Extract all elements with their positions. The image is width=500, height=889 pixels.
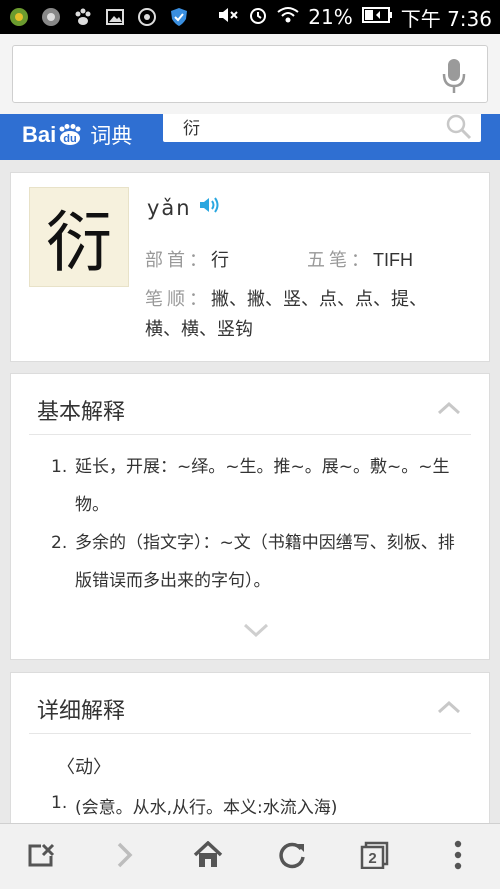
strokes-line2: 横、横、竖钩 xyxy=(145,319,253,340)
forward-button[interactable] xyxy=(95,827,155,887)
detailed-definition-title: 详细解释 xyxy=(37,699,126,724)
strokes-row-2: 横、横、竖钩 xyxy=(145,315,253,341)
pinyin: yǎn xyxy=(147,195,192,220)
mute-icon xyxy=(217,5,239,30)
baidu-dictionary-header: Bai du 词典 衍 xyxy=(0,114,500,160)
list-item: 1. (会意。从水,从行。本义:水流入海) xyxy=(51,793,338,818)
refresh-button[interactable] xyxy=(262,827,322,887)
status-bar: 21% 下午 7:36 xyxy=(0,0,500,34)
strokes-line1: 撇、撇、竖、点、点、提、 xyxy=(211,289,427,310)
camera-icon xyxy=(136,6,158,28)
list-item: 2. 多余的（指文字）：~文（书籍中因缮写、刻板、排版错误而多出来的字句）。 xyxy=(51,533,455,591)
character-entry-card: 衍 yǎn 部首：行 五笔：TIFH 笔顺：撇、撇、竖、点、点、提、 横、横、竖… xyxy=(10,172,490,362)
search-query-text: 衍 xyxy=(183,119,200,139)
divider xyxy=(29,434,471,435)
exit-button[interactable] xyxy=(12,827,72,887)
part-of-speech: 〈动〉 xyxy=(57,757,111,778)
baidu-dictionary-logo[interactable]: Bai du 词典 xyxy=(22,120,132,150)
wubi-label: 五笔： xyxy=(307,250,373,271)
tabs-icon: 2 xyxy=(360,841,390,873)
svg-text:2: 2 xyxy=(368,850,376,867)
list-item: 1. 延长，开展：~绎。~生。推~。展~。敷~。~生物。 xyxy=(51,457,450,515)
chevron-down-icon[interactable] xyxy=(243,622,269,641)
alarm-icon xyxy=(248,5,268,30)
chevron-right-icon xyxy=(115,841,135,873)
pinyin-row: yǎn xyxy=(147,195,220,220)
browser-toolbar xyxy=(0,34,500,114)
more-vertical-icon xyxy=(454,840,462,874)
strokes-label: 笔顺： xyxy=(145,289,211,310)
image-icon xyxy=(104,6,126,28)
basic-definition-title: 基本解释 xyxy=(37,400,126,425)
shield-icon xyxy=(168,6,190,28)
menu-button[interactable] xyxy=(428,827,488,887)
basic-definition-card: 基本解释 1. 延长，开展：~绎。~生。推~。展~。敷~。~生物。 2. 多余的… xyxy=(10,373,490,660)
battery-icon xyxy=(361,5,392,29)
wifi-icon xyxy=(277,5,299,29)
wubi-value: TIFH xyxy=(373,250,413,270)
url-input[interactable] xyxy=(12,45,488,103)
svg-text:du: du xyxy=(64,133,77,145)
divider xyxy=(29,733,471,734)
radical-row: 部首：行 xyxy=(145,246,229,272)
character-glyph: 衍 xyxy=(29,187,129,287)
refresh-icon xyxy=(278,841,306,873)
basic-definition-list: 1. 延长，开展：~绎。~生。推~。展~。敷~。~生物。 2. 多余的（指文字）… xyxy=(51,448,463,600)
exit-icon xyxy=(27,842,57,872)
battery-percent: 21% xyxy=(308,5,353,29)
home-button[interactable] xyxy=(178,827,238,887)
tabs-button[interactable]: 2 xyxy=(345,827,405,887)
wubi-row: 五笔：TIFH xyxy=(307,246,413,272)
clock: 下午 7:36 xyxy=(400,6,492,31)
app-notification-icon xyxy=(8,6,30,28)
speaker-icon[interactable] xyxy=(198,195,220,220)
baidu-paw-icon xyxy=(72,6,94,28)
chevron-up-icon[interactable] xyxy=(437,699,461,718)
radical-value: 行 xyxy=(211,250,229,271)
search-icon[interactable] xyxy=(445,114,473,144)
dictionary-search-input[interactable]: 衍 xyxy=(163,114,481,142)
gear-notification-icon xyxy=(40,6,62,28)
chevron-up-icon[interactable] xyxy=(437,400,461,419)
home-icon xyxy=(193,840,223,873)
microphone-icon[interactable] xyxy=(441,58,467,98)
radical-label: 部首： xyxy=(145,250,211,271)
strokes-row: 笔顺：撇、撇、竖、点、点、提、 xyxy=(145,285,427,311)
baidu-paw-logo-icon: du xyxy=(59,124,81,145)
browser-bottom-bar: 2 xyxy=(0,823,500,889)
